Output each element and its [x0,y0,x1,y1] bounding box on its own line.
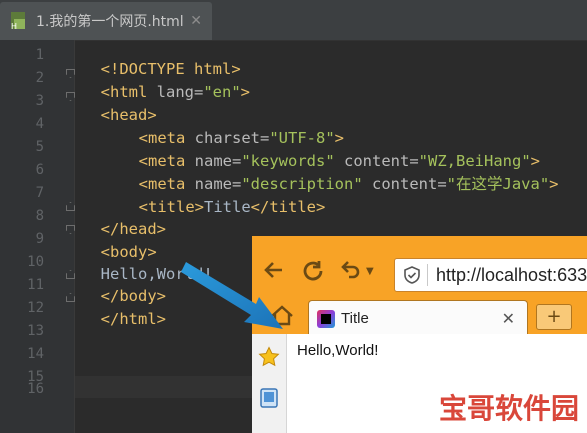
browser-nav-bar: ▼ http://localhost:633 [252,236,587,296]
line-number-gutter: 1 2 3 4 5 6 7 8 9 10 11 12 13 14 15 16 [0,40,75,433]
code-line[interactable]: </html> [82,289,166,329]
star-icon[interactable] [258,346,280,372]
line-number: 2 [35,70,44,86]
browser-tab-label: Title [341,310,369,327]
address-bar[interactable]: http://localhost:633 [394,258,587,292]
line-number: 16 [27,381,44,397]
line-number: 11 [27,277,44,293]
line-number: 7 [35,185,44,201]
line-number: 4 [35,116,44,132]
line-number: 10 [27,254,44,270]
url-text[interactable]: http://localhost:633 [436,265,587,286]
favicon-icon [317,309,335,328]
tablet-icon[interactable] [260,388,278,412]
code-token: "en" [203,83,241,101]
close-icon[interactable]: ✕ [502,309,515,328]
line-number: 14 [27,346,44,362]
address-separator [427,264,428,286]
new-tab-button[interactable]: + [536,304,572,330]
line-number: 8 [35,208,44,224]
line-number: 1 [35,47,44,63]
close-icon[interactable]: ✕ [190,13,202,29]
reload-icon[interactable] [300,258,326,290]
code-token: </html> [100,310,166,328]
code-token: Title [204,198,251,216]
browser-sidebar [252,334,287,433]
line-number: 13 [27,323,44,339]
editor-tab-bar: H 1.我的第一个网页.html ✕ [0,0,587,41]
editor-tab-file[interactable]: H 1.我的第一个网页.html ✕ [0,2,212,40]
browser-tab-strip: Title ✕ + [252,298,587,336]
code-token: </title> [250,198,326,216]
editor-tab-title: 1.我的第一个网页.html [36,14,184,30]
line-number: 6 [35,162,44,178]
html-file-icon: H [8,10,30,32]
undo-icon[interactable] [338,258,362,288]
code-token: "在这学Java" [446,175,550,193]
home-icon[interactable] [268,302,296,330]
code-token: > [549,175,559,193]
line-number: 3 [35,93,44,109]
code-token: > [240,83,251,101]
browser-tab-title[interactable]: Title ✕ [308,300,528,336]
shield-icon [403,266,421,284]
line-number: 12 [27,300,44,316]
svg-text:H: H [11,22,17,31]
page-content-text: Hello,World! [297,342,379,359]
back-arrow-icon[interactable] [262,258,286,288]
watermark-logo: 宝哥软件园 [438,392,579,425]
code-token: content= [362,175,447,193]
line-number: 5 [35,139,44,155]
line-number: 9 [35,231,44,247]
code-token: lang= [156,83,204,101]
chevron-down-icon[interactable]: ▼ [366,266,374,277]
